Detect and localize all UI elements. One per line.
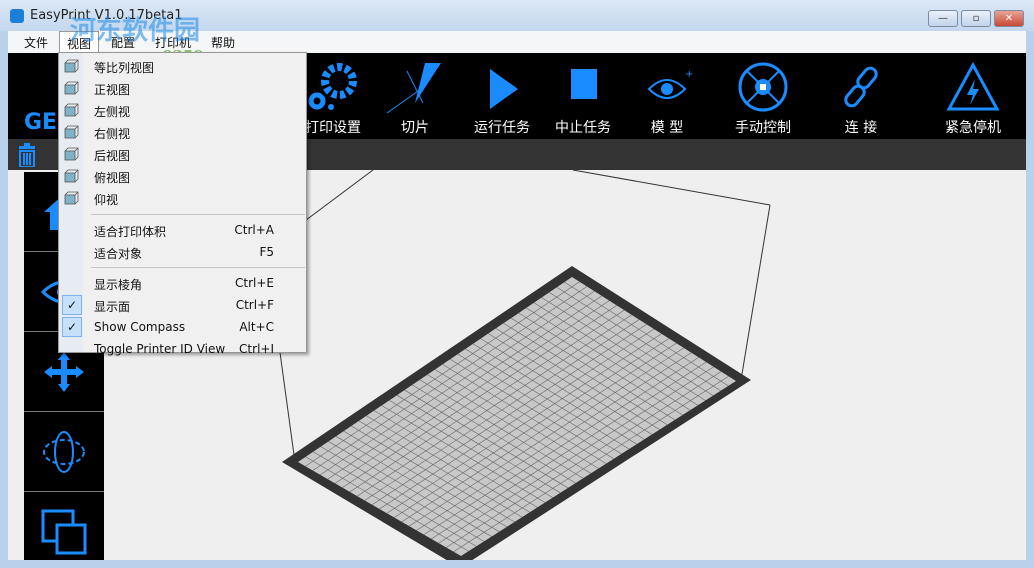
menu-item-shortcut: F5 — [259, 245, 274, 259]
menu-item-shortcut: Alt+C — [239, 320, 274, 334]
menu-item-label: 后视图 — [94, 149, 131, 163]
menu-item-label: Show Compass — [94, 320, 186, 334]
menu-separator — [91, 214, 305, 215]
menu-item-label: 显示面 — [94, 300, 131, 314]
stop-task-button[interactable]: 中止任务 — [538, 61, 628, 137]
maximize-button[interactable]: ▫ — [961, 10, 991, 27]
menu-item-label: 适合对象 — [94, 247, 143, 261]
view-menu-dropdown: 等比列视图正视图左侧视右侧视后视图俯视图仰视适合打印体积 Ctrl+A 适合对象 F5… — [58, 52, 307, 356]
checkmark-icon: ✓ — [62, 317, 82, 337]
tool-label: 模 型 — [650, 120, 684, 136]
tool-label: 手动控制 — [735, 120, 791, 136]
emergency-stop-icon — [946, 61, 1000, 111]
menu-item-label: 右侧视 — [94, 127, 131, 141]
menu-item-shortcut: Ctrl+A — [234, 223, 274, 237]
scale-button[interactable] — [24, 492, 104, 560]
slice-button[interactable]: 切片 — [370, 61, 460, 137]
menu-item-label: 左侧视 — [94, 105, 131, 119]
menu-item-shortcut: Ctrl+I — [239, 342, 274, 356]
menu-item-view-3[interactable]: 右侧视 — [59, 121, 306, 143]
menu-item-label: 俯视图 — [94, 171, 131, 185]
menu-item-toggle-2[interactable]: ✓ Show Compass Alt+C — [59, 316, 306, 338]
minimize-button[interactable]: — — [928, 10, 958, 27]
cube-view-icon — [64, 103, 79, 117]
emergency-stop-button[interactable]: 紧急停机 — [928, 61, 1018, 137]
menu-item-view-2[interactable]: 左侧视 — [59, 99, 306, 121]
cube-view-icon — [64, 147, 79, 161]
menu-item-view-6[interactable]: 仰视 — [59, 187, 306, 209]
manual-control-icon — [738, 62, 788, 112]
manual-control-button[interactable]: 手动控制 — [718, 61, 808, 137]
svg-text:+: + — [685, 69, 693, 80]
cube-view-icon — [64, 59, 79, 73]
gears-icon — [308, 63, 357, 110]
eye-icon: + — [647, 69, 693, 99]
menu-item-fit-1[interactable]: 适合对象 F5 — [59, 241, 306, 263]
connect-button[interactable]: 连 接 — [816, 61, 906, 137]
trash-icon[interactable] — [17, 143, 37, 167]
menu-item-toggle-0[interactable]: 显示棱角 Ctrl+E — [59, 272, 306, 294]
run-task-button[interactable]: 运行任务 — [457, 61, 547, 137]
tool-label: 运行任务 — [474, 120, 530, 136]
menu-item-view-4[interactable]: 后视图 — [59, 143, 306, 165]
scale-icon — [41, 509, 87, 554]
menu-item-label: 显示棱角 — [94, 278, 143, 292]
tool-label: 打印设置 — [305, 120, 361, 136]
menu-item-view-0[interactable]: 等比列视图 — [59, 55, 306, 77]
menu-item-shortcut: Ctrl+F — [235, 298, 274, 312]
stop-icon — [571, 69, 597, 99]
menu-item-label: 适合打印体积 — [94, 225, 167, 239]
menu-file[interactable]: 文件 — [24, 34, 48, 51]
cube-view-icon — [64, 125, 79, 139]
menu-item-label: 仰视 — [94, 193, 119, 207]
watermark: 河东软件园 — [70, 16, 201, 46]
play-icon — [490, 69, 518, 109]
menu-item-label: 等比列视图 — [94, 61, 155, 75]
slice-icon — [386, 63, 441, 113]
menu-item-toggle-3[interactable]: Toggle Printer ID View Ctrl+I — [59, 338, 306, 360]
menu-item-label: 正视图 — [94, 83, 131, 97]
menu-item-fit-0[interactable]: 适合打印体积 Ctrl+A — [59, 219, 306, 241]
menu-item-toggle-1[interactable]: ✓ 显示面 Ctrl+F — [59, 294, 306, 316]
cube-view-icon — [64, 191, 79, 205]
tool-label: 紧急停机 — [945, 120, 1001, 136]
cube-view-icon — [64, 81, 79, 95]
model-button[interactable]: + 模 型 — [622, 61, 712, 137]
link-icon — [844, 66, 878, 108]
close-button[interactable]: ✕ — [994, 10, 1024, 27]
cube-view-icon — [64, 169, 79, 183]
tool-label: 切片 — [401, 120, 429, 136]
menu-item-view-1[interactable]: 正视图 — [59, 77, 306, 99]
menu-item-label: Toggle Printer ID View — [94, 342, 226, 356]
tool-label: 连 接 — [844, 120, 878, 136]
menu-separator — [91, 267, 305, 268]
app-icon — [10, 9, 24, 23]
checkmark-icon: ✓ — [62, 295, 82, 315]
tool-label: 中止任务 — [555, 120, 611, 136]
menu-item-view-5[interactable]: 俯视图 — [59, 165, 306, 187]
rotate-button[interactable] — [24, 412, 104, 492]
rotate-icon — [43, 430, 85, 473]
menu-item-shortcut: Ctrl+E — [235, 276, 274, 290]
